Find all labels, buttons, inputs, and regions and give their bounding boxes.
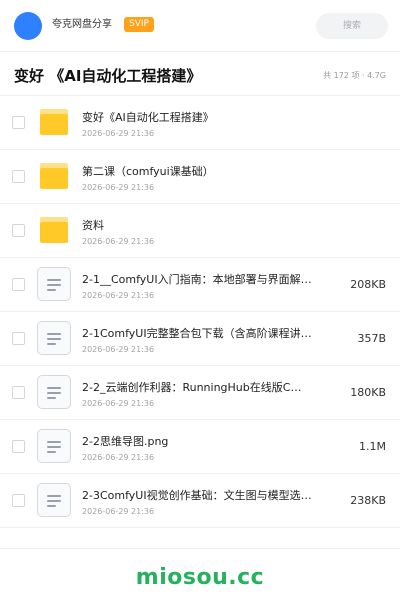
file-size: 1.1M bbox=[359, 440, 386, 453]
folder-row[interactable]: 变好《AI自动化工程搭建》 2026-06-29 21:36 bbox=[0, 96, 400, 150]
file-name[interactable]: 2-2思维导图.png bbox=[82, 435, 322, 449]
row-checkbox[interactable] bbox=[12, 440, 25, 453]
document-icon bbox=[37, 267, 71, 301]
row-checkbox[interactable] bbox=[12, 332, 25, 345]
file-date: 2026-06-29 21:36 bbox=[82, 129, 155, 138]
search-button[interactable]: 搜索 bbox=[316, 13, 388, 39]
file-name[interactable]: 变好《AI自动化工程搭建》 bbox=[82, 111, 322, 125]
svip-badge: SVIP bbox=[124, 17, 154, 32]
document-icon bbox=[37, 483, 71, 517]
row-checkbox[interactable] bbox=[12, 170, 25, 183]
file-row[interactable]: 2-3ComfyUI视觉创作基础：文生图与模型选择… 2026-06-29 21:… bbox=[0, 474, 400, 528]
document-icon bbox=[37, 429, 71, 463]
row-checkbox[interactable] bbox=[12, 386, 25, 399]
file-date: 2026-06-29 21:36 bbox=[82, 183, 155, 192]
file-size: 208KB bbox=[350, 278, 386, 291]
folder-icon bbox=[40, 217, 68, 243]
file-row[interactable]: 2-2思维导图.png 2026-06-29 21:36 1.1M bbox=[0, 420, 400, 474]
file-name[interactable]: 2-3ComfyUI视觉创作基础：文生图与模型选择… bbox=[82, 489, 322, 503]
file-date: 2026-06-29 21:36 bbox=[82, 291, 155, 300]
file-list: 变好《AI自动化工程搭建》 2026-06-29 21:36 第二课（comfyui… bbox=[0, 96, 400, 528]
row-checkbox[interactable] bbox=[12, 278, 25, 291]
file-date: 2026-06-29 21:36 bbox=[82, 453, 155, 462]
row-checkbox[interactable] bbox=[12, 224, 25, 237]
file-name[interactable]: 2-1__ComfyUI入门指南：本地部署与界面解… bbox=[82, 273, 322, 287]
file-size: 238KB bbox=[350, 494, 386, 507]
file-row[interactable]: 2-1__ComfyUI入门指南：本地部署与界面解… 2026-06-29 21:… bbox=[0, 258, 400, 312]
file-date: 2026-06-29 21:36 bbox=[82, 237, 155, 246]
file-size: 357B bbox=[357, 332, 386, 345]
avatar[interactable] bbox=[14, 12, 42, 40]
file-row[interactable]: 2-1ComfyUI完整整合包下载（含高阶课程讲到… 2026-06-29 21:… bbox=[0, 312, 400, 366]
share-owner-name: 夸克网盘分享 bbox=[52, 19, 112, 30]
file-size: 180KB bbox=[350, 386, 386, 399]
file-row[interactable]: 2-2_云端创作利器：RunningHub在线版C… 2026-06-29 21:… bbox=[0, 366, 400, 420]
document-icon bbox=[37, 375, 71, 409]
folder-item-count: 共 172 项 · 4.7G bbox=[323, 71, 386, 80]
folder-row[interactable]: 第二课（comfyui课基础） 2026-06-29 21:36 bbox=[0, 150, 400, 204]
folder-row[interactable]: 资料 2026-06-29 21:36 bbox=[0, 204, 400, 258]
top-bar: 夸克网盘分享 SVIP 搜索 bbox=[0, 0, 400, 52]
file-name[interactable]: 资料 bbox=[82, 219, 322, 233]
document-icon bbox=[37, 321, 71, 355]
file-name[interactable]: 第二课（comfyui课基础） bbox=[82, 165, 322, 179]
page-title: 变好 《AI自动化工程搭建》 bbox=[14, 67, 202, 85]
row-checkbox[interactable] bbox=[12, 116, 25, 129]
file-date: 2026-06-29 21:36 bbox=[82, 507, 155, 516]
footer: miosou.cc bbox=[0, 548, 400, 600]
file-date: 2026-06-29 21:36 bbox=[82, 399, 155, 408]
row-checkbox[interactable] bbox=[12, 494, 25, 507]
folder-icon bbox=[40, 109, 68, 135]
folder-title-bar: 变好 《AI自动化工程搭建》 共 172 项 · 4.7G bbox=[0, 52, 400, 96]
watermark-text: miosou.cc bbox=[135, 565, 265, 590]
folder-icon bbox=[40, 163, 68, 189]
file-date: 2026-06-29 21:36 bbox=[82, 345, 155, 354]
file-name[interactable]: 2-1ComfyUI完整整合包下载（含高阶课程讲到… bbox=[82, 327, 322, 341]
file-name[interactable]: 2-2_云端创作利器：RunningHub在线版C… bbox=[82, 381, 322, 395]
